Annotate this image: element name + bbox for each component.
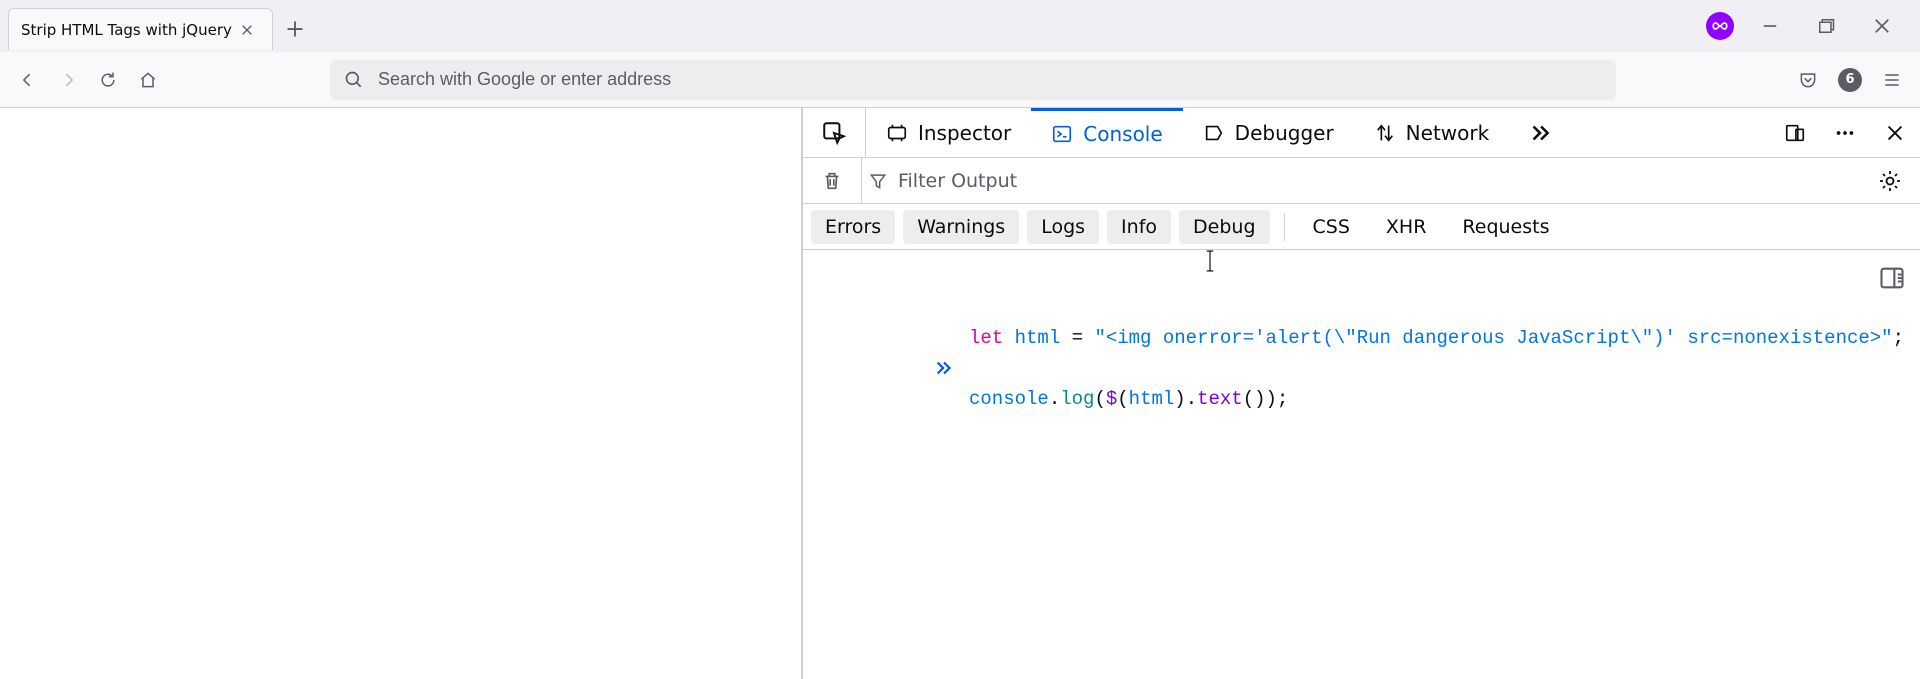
filter-css[interactable]: CSS	[1299, 210, 1364, 244]
window-controls	[1698, 0, 1920, 52]
close-window-button[interactable]	[1854, 4, 1910, 48]
content-row: Inspector Console Debugger Network	[0, 108, 1920, 679]
pocket-button[interactable]	[1790, 62, 1826, 98]
filter-icon	[868, 171, 888, 191]
maximize-button[interactable]	[1798, 4, 1854, 48]
count-badge: 6	[1838, 68, 1862, 92]
devtools-close-button[interactable]	[1870, 122, 1920, 144]
tab-console[interactable]: Console	[1031, 108, 1182, 157]
filter-output-field[interactable]: Filter Output	[862, 158, 1860, 203]
tab-debugger-label: Debugger	[1235, 121, 1334, 145]
browser-tab[interactable]: Strip HTML Tags with jQuery	[8, 8, 273, 50]
tab-inspector[interactable]: Inspector	[866, 108, 1031, 157]
filter-debug[interactable]: Debug	[1179, 210, 1269, 244]
navigation-toolbar: 6	[0, 52, 1920, 108]
devtools-toolbar: Inspector Console Debugger Network	[803, 108, 1920, 158]
new-tab-button[interactable]	[277, 11, 313, 47]
pick-element-button[interactable]	[803, 108, 866, 157]
filter-placeholder: Filter Output	[898, 170, 1017, 192]
network-icon	[1374, 122, 1396, 144]
text-cursor-icon	[1203, 250, 1217, 272]
forward-button[interactable]	[50, 62, 86, 98]
filter-logs[interactable]: Logs	[1027, 210, 1099, 244]
infinity-icon	[1706, 12, 1734, 40]
tab-network-label: Network	[1406, 121, 1490, 145]
home-button[interactable]	[130, 62, 166, 98]
filter-info[interactable]: Info	[1107, 210, 1171, 244]
tab-debugger[interactable]: Debugger	[1183, 108, 1354, 157]
extensions-count-button[interactable]: 6	[1832, 62, 1868, 98]
inspector-icon	[886, 122, 908, 144]
console-icon	[1051, 123, 1073, 145]
back-button[interactable]	[10, 62, 46, 98]
prompt-chevrons-icon	[819, 327, 955, 420]
filter-errors[interactable]: Errors	[811, 210, 895, 244]
tab-inspector-label: Inspector	[918, 121, 1011, 145]
filter-requests[interactable]: Requests	[1448, 210, 1563, 244]
responsive-mode-button[interactable]	[1770, 122, 1820, 144]
title-bar: Strip HTML Tags with jQuery	[0, 0, 1920, 52]
console-settings-button[interactable]	[1860, 158, 1920, 203]
separator	[1284, 213, 1285, 241]
tab-network[interactable]: Network	[1354, 108, 1510, 157]
filter-xhr[interactable]: XHR	[1372, 210, 1441, 244]
tabs-overflow-button[interactable]	[1509, 108, 1571, 157]
filter-warnings[interactable]: Warnings	[903, 210, 1019, 244]
page-viewport	[0, 108, 801, 679]
search-icon	[344, 70, 364, 90]
console-filter-row: Filter Output	[803, 158, 1920, 204]
url-input[interactable]	[376, 68, 1602, 91]
profile-button[interactable]	[1698, 4, 1742, 48]
minimize-button[interactable]	[1742, 4, 1798, 48]
split-console-button[interactable]	[1878, 264, 1906, 292]
console-input-code[interactable]: let html = "<img onerror='alert(\"Run da…	[969, 323, 1904, 414]
close-tab-icon[interactable]	[234, 17, 260, 43]
address-bar[interactable]	[330, 60, 1616, 100]
reload-button[interactable]	[90, 62, 126, 98]
debugger-icon	[1203, 122, 1225, 144]
app-menu-button[interactable]	[1874, 62, 1910, 98]
clear-console-button[interactable]	[803, 158, 862, 203]
console-output[interactable]: let html = "<img onerror='alert(\"Run da…	[803, 250, 1920, 679]
devtools-panel: Inspector Console Debugger Network	[801, 108, 1920, 679]
console-category-row: Errors Warnings Logs Info Debug CSS XHR …	[803, 204, 1920, 250]
tab-title: Strip HTML Tags with jQuery	[21, 21, 234, 39]
devtools-menu-button[interactable]	[1820, 122, 1870, 144]
tab-console-label: Console	[1083, 122, 1162, 146]
